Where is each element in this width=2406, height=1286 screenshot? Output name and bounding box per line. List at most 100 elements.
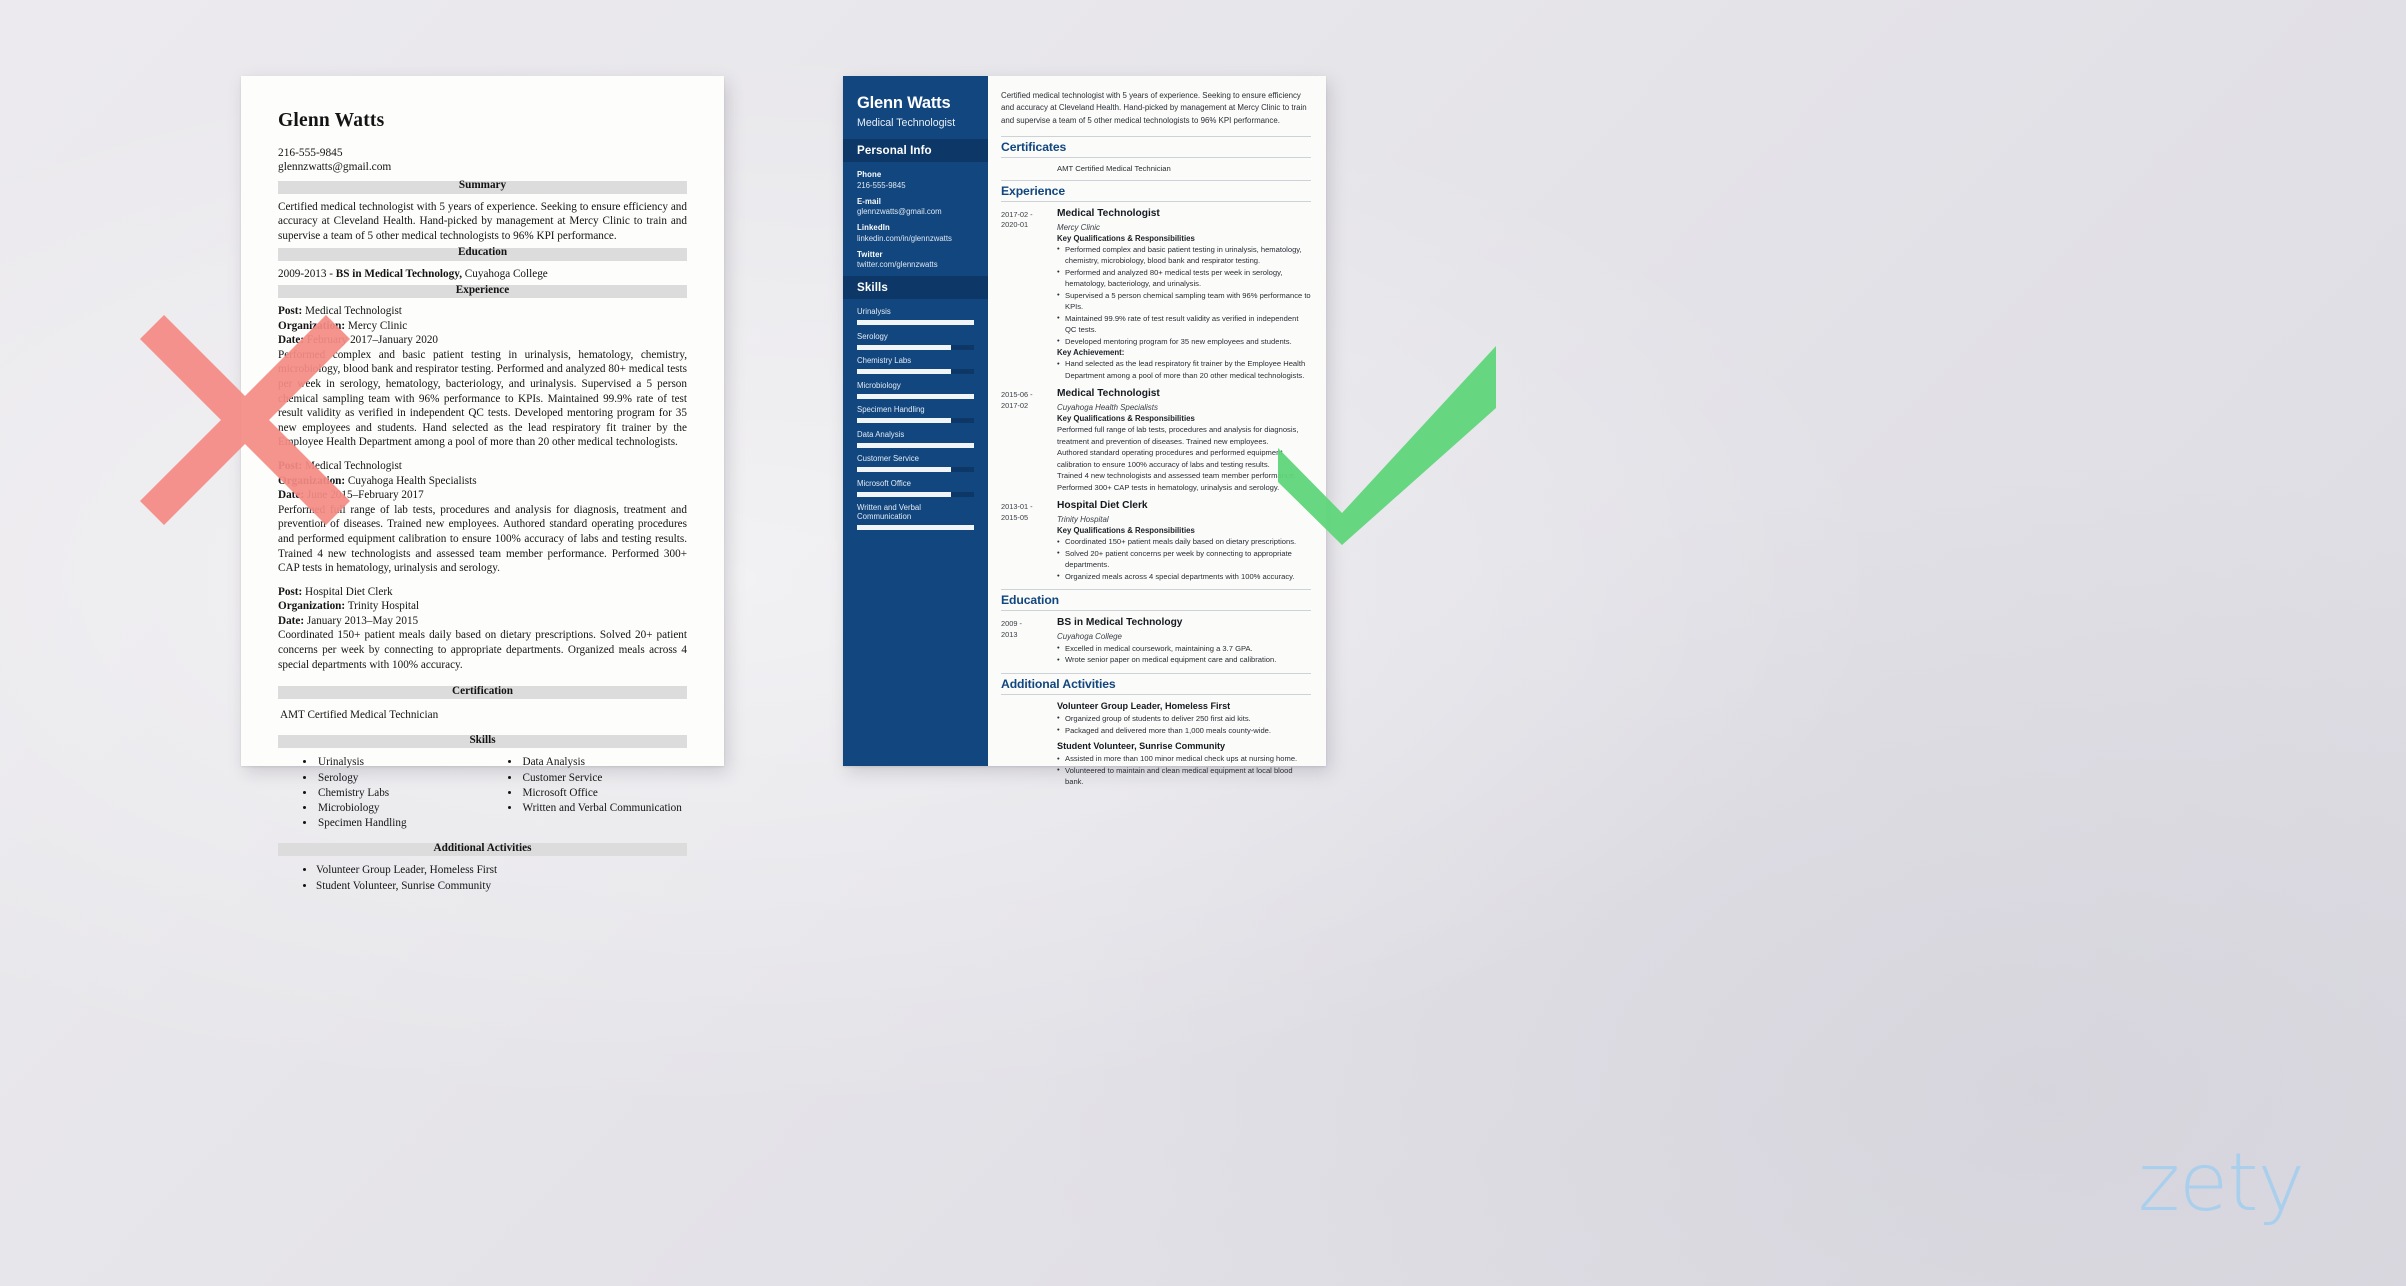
skill-bar-fill <box>857 442 974 448</box>
skill-bar-fill <box>857 491 951 497</box>
skill-bar-fill <box>857 418 951 424</box>
bad-skill-item: Microsoft Office <box>521 786 688 801</box>
bad-activities-list: Volunteer Group Leader, Homeless First S… <box>278 863 687 893</box>
skill-row: Serology <box>857 332 974 350</box>
personal-info-fields: Phone 216-555-9845 E-mail glennzwatts@gm… <box>843 162 988 269</box>
entry-date-range: 2015-06 -2017-02 <box>1001 390 1033 411</box>
entry-bullet: Developed mentoring program for 35 new e… <box>1057 335 1311 348</box>
entry-bullet: Solved 20+ patient concerns per week by … <box>1057 547 1311 571</box>
entry-bullet-list: Excelled in medical coursework, maintain… <box>1057 642 1311 666</box>
skill-bar-track <box>857 369 974 375</box>
entry-title: Medical Technologist <box>1057 388 1160 400</box>
bad-job-date: February 2017–January 2020 <box>304 334 439 347</box>
bad-job-org-label: Organization: <box>278 319 346 332</box>
activity-bullet: Volunteered to maintain and clean medica… <box>1057 764 1311 788</box>
bad-job-org: Mercy Clinic <box>345 319 408 332</box>
bad-section-header-additional: Additional Activities <box>278 842 687 857</box>
skill-bar-fill <box>857 467 951 473</box>
bad-job-date-label: Date: <box>278 334 305 347</box>
activity-bullet-list: Assisted in more than 100 minor medical … <box>1057 753 1311 788</box>
entry-body: Medical Technologist Mercy Clinic Key Qual… <box>1049 208 1311 382</box>
bad-section-header-certification: Certification <box>278 685 687 700</box>
bad-job-date-label: Date: <box>278 614 305 627</box>
entry-subheading: Key Qualifications & Responsibilities <box>1057 414 1195 424</box>
entry-date-range: 2009 -2013 <box>1001 619 1022 639</box>
bad-activity-item: Student Volunteer, Sunrise Community <box>316 879 687 894</box>
contact-field-linkedin: LinkedIn linkedin.com/in/glennzwatts <box>857 223 974 243</box>
bad-resume-email: glennzwatts@gmail.com <box>278 161 392 174</box>
activity-bullet: Organized group of students to deliver 2… <box>1057 712 1311 725</box>
entry-bullet: Maintained 99.9% rate of test result val… <box>1057 312 1311 336</box>
contact-value: linkedin.com/in/glennzwatts <box>857 233 952 243</box>
bad-skill-item: Written and Verbal Communication <box>521 801 688 816</box>
entry-achievement-list: Hand selected as the lead respiratory fi… <box>1057 358 1311 381</box>
sidebar-heading-skills: Skills <box>843 276 988 300</box>
bad-job-post: Medical Technologist <box>302 305 402 318</box>
entry-plain-line: Performed 300+ CAP tests in hematology, … <box>1057 482 1280 492</box>
bad-resume-name: Glenn Watts <box>278 110 385 131</box>
good-experience-list: 2017-02 -2020-01 Medical Technologist Merc… <box>1001 208 1311 582</box>
skill-row: Chemistry Labs <box>857 356 974 375</box>
skill-bar-fill <box>857 369 951 375</box>
good-summary-text: Certified medical technologist with 5 ye… <box>1001 91 1307 125</box>
bad-skill-item: Specimen Handling <box>316 816 483 831</box>
contact-value: 216-555-9845 <box>857 180 906 190</box>
entry-bullet: Coordinated 150+ patient meals daily bas… <box>1057 536 1311 548</box>
activity-bullet-list: Organized group of students to deliver 2… <box>1057 712 1311 736</box>
bad-education-school: Cuyahoga College <box>462 267 548 280</box>
education-entry: 2009 -2013 BS in Medical Technology Cuyaho… <box>1001 617 1311 666</box>
entry-plain-list: Performed full range of lab tests, proce… <box>1057 424 1311 493</box>
skill-bar-track <box>857 393 974 399</box>
bad-education-degree: BS in Medical Technology, <box>335 267 462 280</box>
good-education-list: 2009 -2013 BS in Medical Technology Cuyaho… <box>1001 617 1311 666</box>
experience-entry: 2013-01 -2015-05 Hospital Diet Clerk Trini… <box>1001 500 1311 582</box>
skill-row: Specimen Handling <box>857 405 974 424</box>
skill-name: Customer Service <box>857 454 919 464</box>
skill-bar-track <box>857 320 974 326</box>
good-resume-document: Glenn Watts Medical Technologist Persona… <box>843 76 1326 786</box>
skill-bars-list: Urinalysis Serology Chemistry Labs Microbio… <box>843 299 988 531</box>
bad-section-header-summary: Summary <box>278 179 687 194</box>
skill-row: Written and Verbal Communication <box>857 503 974 531</box>
skill-bar-track <box>857 525 974 531</box>
entry-organization: Cuyahoga Health Specialists <box>1057 403 1158 413</box>
bad-education-entry: 2009-2013 - BS in Medical Technology, Cu… <box>278 267 687 282</box>
entry-bullet: Hand selected as the lead respiratory fi… <box>1057 358 1311 381</box>
skill-bar-track <box>857 491 974 497</box>
entry-bullet: Supervised a 5 person chemical sampling … <box>1057 289 1311 313</box>
skill-name: Microbiology <box>857 380 901 390</box>
entry-plain-line: Trained 4 new technologists and assessed… <box>1057 471 1297 481</box>
bad-job-entry: Post: Medical Technologist Organization:… <box>278 304 687 450</box>
activity-title: Student Volunteer, Sunrise Community <box>1057 741 1226 752</box>
bad-job-org: Cuyahoga Health Specialists <box>345 474 477 487</box>
good-certificate-text: AMT Certified Medical Technician <box>1057 163 1171 173</box>
bad-job-date: January 2013–May 2015 <box>304 614 419 627</box>
skill-name: Written and Verbal Communication <box>857 503 922 522</box>
zety-logo: zety <box>2138 1136 2305 1229</box>
contact-field-email: E-mail glennzwatts@gmail.com <box>857 197 974 217</box>
skill-row: Microsoft Office <box>857 479 974 497</box>
bad-job-body: Performed full range of lab tests, proce… <box>278 503 687 575</box>
bad-resume-phone: 216-555-9845 <box>278 147 343 159</box>
bad-section-header-skills: Skills <box>278 734 687 749</box>
skill-row: Data Analysis <box>857 430 974 448</box>
entry-organization: Trinity Hospital <box>1057 515 1109 525</box>
good-heading-additional: Additional Activities <box>1001 672 1311 695</box>
contact-value: glennzwatts@gmail.com <box>857 207 942 217</box>
skill-name: Chemistry Labs <box>857 356 912 366</box>
skill-row: Urinalysis <box>857 307 974 326</box>
entry-subheading: Key Qualifications & Responsibilities <box>1057 233 1195 243</box>
entry-plain-line: Performed full range of lab tests, proce… <box>1057 425 1299 446</box>
contact-field-phone: Phone 216-555-9845 <box>857 170 974 190</box>
skill-bar-fill <box>857 393 974 399</box>
contact-label: Phone <box>857 170 882 180</box>
entry-bullet: Excelled in medical coursework, maintain… <box>1057 642 1311 655</box>
bad-skill-item: Serology <box>316 771 483 786</box>
contact-label: E-mail <box>857 196 881 206</box>
experience-entry: 2017-02 -2020-01 Medical Technologist Merc… <box>1001 208 1311 382</box>
good-activities-list: Volunteer Group Leader, Homeless FirstOr… <box>1001 701 1311 788</box>
skill-name: Serology <box>857 331 888 341</box>
experience-entry: 2015-06 -2017-02 Medical Technologist Cuya… <box>1001 388 1311 493</box>
entry-organization: Mercy Clinic <box>1057 222 1100 232</box>
entry-bullet: Organized meals across 4 special departm… <box>1057 570 1311 583</box>
